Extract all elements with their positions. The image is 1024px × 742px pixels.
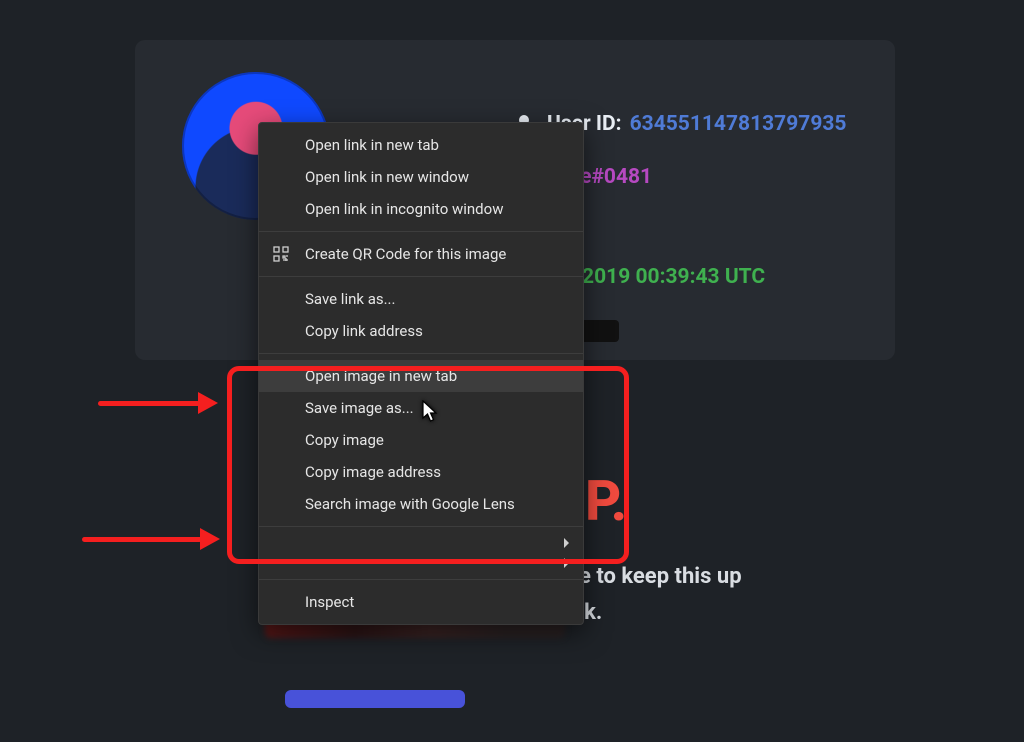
user-id-value: 634551147813797935 — [630, 110, 847, 139]
menu-separator — [259, 276, 583, 277]
blue-bar — [285, 690, 465, 708]
menu-open-image-new-tab[interactable]: Open image in new tab — [259, 360, 583, 392]
menu-copy-image[interactable]: Copy image — [259, 424, 583, 456]
menu-save-link-as[interactable]: Save link as... — [259, 283, 583, 315]
menu-submenu-1[interactable] — [259, 533, 583, 553]
menu-inspect[interactable]: Inspect — [259, 586, 583, 618]
annotation-arrow-2 — [82, 532, 220, 546]
context-menu: Open link in new tab Open link in new wi… — [258, 122, 584, 625]
qr-icon — [273, 246, 289, 262]
menu-copy-link-address[interactable]: Copy link address — [259, 315, 583, 347]
menu-submenu-2[interactable] — [259, 553, 583, 573]
big-p: P. — [585, 468, 627, 534]
menu-save-image-as[interactable]: Save image as... — [259, 392, 583, 424]
menu-separator — [259, 526, 583, 527]
menu-create-qr[interactable]: Create QR Code for this image — [259, 238, 583, 270]
menu-separator — [259, 579, 583, 580]
menu-separator — [259, 231, 583, 232]
bg-line-1: e to keep this up — [579, 564, 742, 589]
annotation-arrow-1 — [98, 396, 218, 410]
menu-copy-image-address[interactable]: Copy image address — [259, 456, 583, 488]
menu-open-link-incognito[interactable]: Open link in incognito window — [259, 193, 583, 225]
menu-search-google-lens[interactable]: Search image with Google Lens — [259, 488, 583, 520]
menu-separator — [259, 353, 583, 354]
menu-open-link-new-window[interactable]: Open link in new window — [259, 161, 583, 193]
mouse-cursor-icon — [422, 400, 440, 424]
menu-open-link-new-tab[interactable]: Open link in new tab — [259, 129, 583, 161]
